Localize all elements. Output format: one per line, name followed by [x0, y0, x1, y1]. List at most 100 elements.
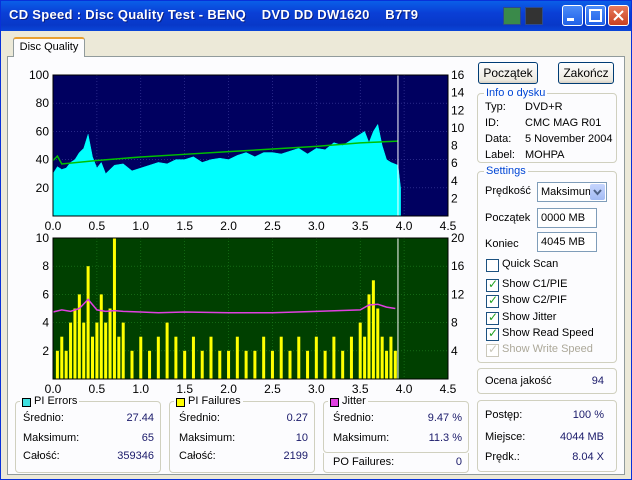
minimize-button[interactable]: [562, 5, 583, 26]
title-bar[interactable]: CD Speed : Disc Quality Test - BENQ DVD …: [1, 1, 631, 31]
pie-y-right-tick: 16: [451, 68, 465, 82]
disc-id-label: ID:: [485, 117, 500, 129]
pie-y-right-tick: 2: [451, 191, 458, 205]
pi-errors-max-label: Maksimum:: [23, 432, 80, 444]
speed-select[interactable]: Maksimum: [537, 182, 607, 202]
pif-bar: [380, 336, 384, 379]
jitter-max-value: 11.3 %: [428, 432, 462, 444]
show-pif-checkbox[interactable]: [486, 293, 499, 308]
po-failures-group: PO Failures: 0: [323, 453, 469, 473]
save-icon[interactable]: [525, 7, 543, 25]
pi-errors-total-value: 359346: [117, 450, 154, 462]
pif-bar: [244, 350, 248, 379]
pif-x-tick: 1.5: [176, 382, 193, 395]
pif-bar: [341, 350, 345, 379]
pi-errors-avg-label: Średnio:: [23, 412, 64, 424]
close-button[interactable]: [608, 5, 629, 26]
progress-label: Postęp:: [485, 409, 523, 421]
pie-y-right-tick: 6: [451, 156, 458, 170]
pif-bar: [60, 336, 64, 379]
pif-bar: [279, 336, 283, 379]
progress-group: Postęp: 100 % Miejsce: 4044 MB Prędk.: 8…: [477, 400, 617, 472]
pif-bar: [270, 350, 274, 379]
pif-bar: [235, 336, 239, 379]
speed-stat-label: Prędk.:: [485, 451, 520, 463]
pif-y-left-tick: 6: [42, 287, 49, 301]
pif-x-tick: 1.0: [132, 382, 149, 395]
quick-scan-checkbox[interactable]: [486, 259, 499, 272]
pif-x-tick: 4.0: [396, 382, 413, 395]
maximize-button[interactable]: [585, 5, 606, 26]
quality-group: Ocena jakość 94: [477, 368, 617, 394]
pi-failures-swatch: [176, 398, 185, 407]
pif-bar: [314, 336, 318, 379]
pie-x-tick: 1.5: [176, 219, 193, 233]
tab-disc-quality[interactable]: Disc Quality: [13, 37, 85, 57]
pi-errors-group: PI Errors Średnio: 27.44 Maksimum: 65 Ca…: [15, 395, 161, 473]
pif-y-left-tick: 4: [42, 316, 49, 330]
pif-bar: [191, 336, 195, 379]
pif-bar: [91, 336, 94, 379]
pie-y-right-tick: 12: [451, 103, 465, 117]
end-pos-label: Koniec: [485, 238, 519, 250]
pi-failures-group: PI Failures Średnio: 0.27 Maksimum: 10 C…: [169, 395, 315, 473]
pif-bar: [306, 350, 310, 379]
speed-label: Prędkość: [485, 185, 531, 197]
pie-y-right-tick: 14: [451, 86, 465, 100]
finish-button[interactable]: Zakończ: [558, 62, 614, 84]
pif-bar: [363, 336, 367, 379]
settings-title: Settings: [484, 165, 528, 177]
minimize-icon: [567, 18, 574, 21]
pif-y-right-tick: 4: [451, 344, 458, 358]
pie-y-left-tick: 100: [29, 68, 49, 82]
show-write-speed-label: Show Write Speed: [502, 343, 593, 355]
pif-y-left-tick: 8: [42, 259, 49, 273]
pif-bar: [349, 336, 353, 379]
pif-y-right-tick: 20: [451, 231, 465, 245]
quick-scan-label: Quick Scan: [502, 258, 559, 270]
jitter-swatch: [330, 398, 339, 407]
pif-x-tick: 3.0: [308, 382, 325, 395]
pif-bar: [323, 350, 327, 379]
pif-bar: [156, 336, 160, 379]
pif-bar: [367, 294, 371, 379]
pif-bar: [200, 350, 204, 379]
show-jitter-checkbox[interactable]: [486, 310, 499, 325]
pie-x-tick: 4.0: [396, 219, 413, 233]
pie-y-right-tick: 4: [451, 174, 458, 188]
pif-x-tick: 0.0: [45, 382, 62, 395]
copy-icon[interactable]: [503, 7, 521, 25]
jitter-avg-value: 9.47 %: [427, 412, 462, 424]
show-read-speed-checkbox[interactable]: [486, 326, 499, 341]
pif-bar: [218, 350, 222, 379]
pif-bar: [104, 322, 108, 379]
start-pos-label: Początek: [485, 212, 531, 224]
pi-errors-avg-value: 27.44: [126, 412, 154, 424]
show-pie-checkbox[interactable]: [486, 277, 499, 292]
settings-group: Settings Prędkość Maksimum Początek 0000…: [477, 165, 617, 363]
pif-bar: [389, 336, 393, 379]
pif-x-tick: 4.5: [440, 382, 457, 395]
start-button[interactable]: Początek: [478, 62, 538, 84]
speed-select-value: Maksimum: [541, 186, 595, 198]
pif-bar: [376, 308, 380, 379]
pif-bar: [227, 350, 231, 379]
pif-bar: [174, 336, 178, 379]
start-pos-input[interactable]: 0000 MB: [537, 208, 597, 228]
disc-label-value: MOHPA: [525, 149, 565, 161]
end-pos-input[interactable]: 4045 MB: [537, 232, 597, 252]
window-title: CD Speed : Disc Quality Test - BENQ DVD …: [9, 7, 419, 22]
pie-y-left-tick: 60: [36, 124, 50, 138]
pif-bar: [385, 350, 389, 379]
app-window: CD Speed : Disc Quality Test - BENQ DVD …: [0, 0, 632, 480]
pif-bar: [99, 294, 103, 379]
disc-id-value: CMC MAG R01: [525, 117, 602, 129]
pie-y-left-tick: 20: [36, 181, 50, 195]
disc-date-label: Data:: [485, 133, 512, 145]
pif-bar: [130, 350, 134, 379]
pi-failures-avg-value: 0.27: [286, 412, 308, 424]
pie-x-tick: 0.5: [89, 219, 106, 233]
pie-y-right-tick: 8: [451, 139, 458, 153]
disc-label-label: Label:: [485, 149, 515, 161]
pif-y-left-tick: 2: [42, 344, 49, 358]
